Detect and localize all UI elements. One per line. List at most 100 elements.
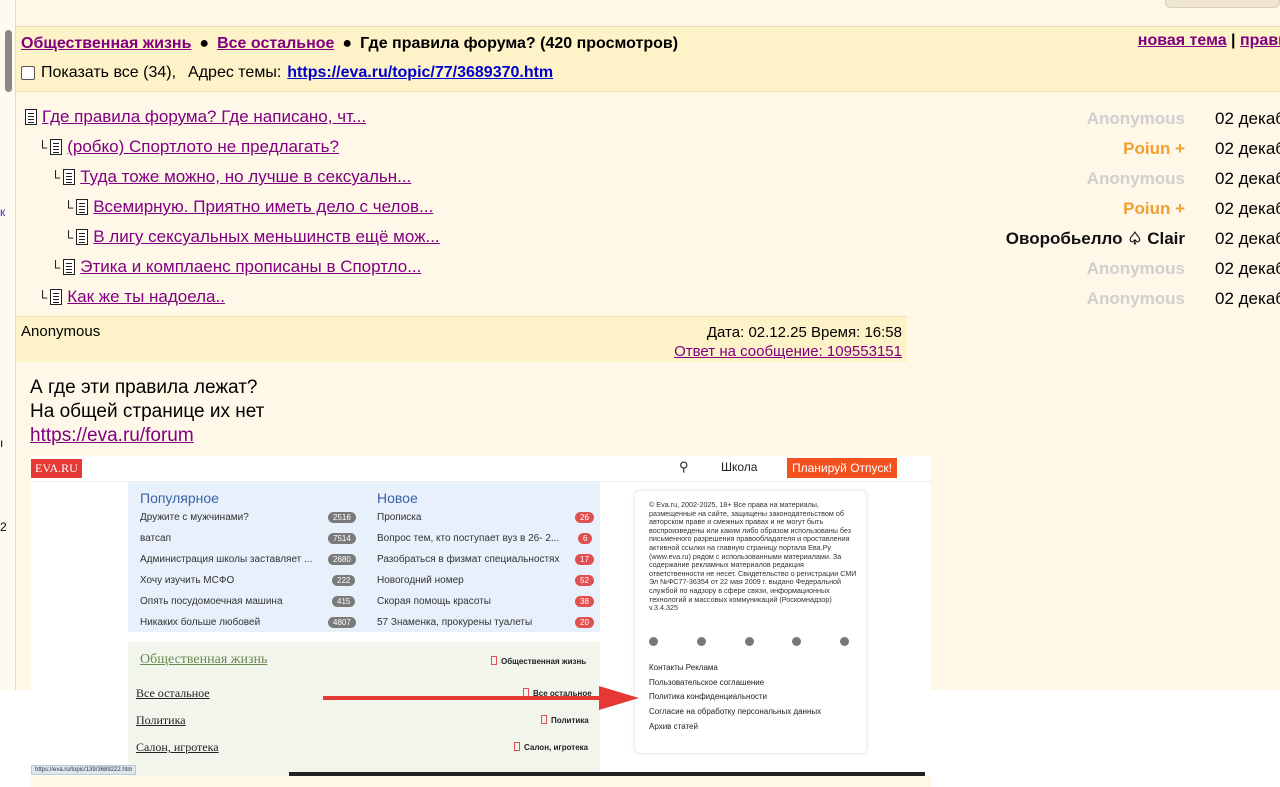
tree-author[interactable]: Anonymous [1087, 169, 1185, 189]
edge-fragment: 2 [0, 520, 7, 534]
shot-count-badge: 222 [332, 575, 356, 586]
tree-message-link[interactable]: В лигу сексуальных меньшинств ещё мож... [93, 227, 439, 247]
scrollbar-thumb[interactable] [5, 30, 12, 92]
shot-category-item: Политика [136, 713, 186, 727]
vk-icon [744, 637, 754, 646]
shot-category-tag: Общественная жизнь [491, 656, 586, 666]
shot-categories-panel: Общественная жизнь Общественная жизнь Вс… [128, 642, 600, 776]
shot-social-icons [649, 637, 849, 646]
ok-icon [792, 637, 802, 646]
tree-author[interactable]: Anonymous [1087, 109, 1185, 129]
shot-popular-heading: Популярное [140, 490, 219, 506]
document-icon [76, 199, 89, 215]
shot-new-item: Новогодний номер [377, 575, 464, 586]
topic-title: Где правила форума? (420 просмотров) [360, 35, 679, 52]
search-icon: ⚲ [679, 459, 689, 474]
tree-author[interactable]: Anonymous [1087, 289, 1185, 309]
breadcrumb-social-life[interactable]: Общественная жизнь [21, 35, 191, 52]
shot-new-item: Скорая помощь красоты [377, 596, 491, 607]
left-sidebar-strip: к ı 2 [0, 0, 16, 787]
tree-elbow-icon: └ [38, 139, 48, 155]
shot-new-item: Разобраться в физмат специальностях [377, 554, 560, 565]
shot-legal-text: © Eva.ru, 2002-2025, 18+ Все права на ма… [649, 500, 857, 613]
top-links: новая тема | прави [1138, 32, 1280, 50]
shot-popular-item: ватсап [140, 533, 171, 544]
show-all-checkbox[interactable] [21, 66, 35, 80]
message-line: На общей странице их нет [30, 401, 265, 422]
show-all-label: Показать все (34), [41, 64, 177, 81]
tree-elbow-icon: └ [51, 259, 61, 275]
shot-count-badge: 2516 [328, 512, 356, 523]
new-topic-link[interactable]: новая тема [1138, 32, 1227, 49]
shot-footer-link: Архив статей [649, 721, 698, 731]
shot-new-item: 57 Знаменка, прокурены туалеты [377, 617, 533, 628]
document-icon [25, 109, 37, 125]
shot-popular-item: Хочу изучить МСФО [140, 575, 235, 586]
topic-address-label: Адрес темы: [188, 64, 282, 81]
shot-popular-panel: Популярное Новое Дружите с мужчинами? 25… [128, 482, 600, 632]
tree-row: Где правила форума? Где написано, чт... … [16, 104, 1280, 134]
shot-footer-link: Контакты Реклама [649, 663, 718, 672]
shot-popular-item: Администрация школы заставляет ... [140, 554, 313, 565]
tree-row: └ В лигу сексуальных меньшинств ещё мож..… [16, 224, 1280, 254]
shot-category-tag: Политика [541, 715, 589, 725]
shot-count-badge: 7514 [328, 533, 356, 544]
document-icon [50, 139, 63, 155]
shot-plan-button: Планируй Отпуск! [787, 458, 897, 478]
forum-link[interactable]: https://eva.ru/forum [30, 425, 194, 446]
link-separator: | [1231, 32, 1236, 49]
shot-footer-link: Согласие на обработку персональных данны… [649, 706, 822, 716]
tree-message-link[interactable]: Где правила форума? Где написано, чт... [42, 107, 366, 127]
viber-icon [696, 637, 706, 646]
tree-message-link[interactable]: (робко) Спортлото не предлагать? [67, 137, 339, 157]
shot-footer-links: Контакты Реклама Пользовательское соглаш… [649, 661, 859, 734]
breadcrumb: Общественная жизнь ● Все остальное ● Где пра… [21, 35, 679, 52]
show-all-row: Показать все (34), Адрес темы: https://e… [21, 64, 553, 82]
message-datetime: Дата: 02.12.25 Время: 16:58 [706, 324, 902, 341]
shot-legal-box: © Eva.ru, 2002-2025, 18+ Все права на ма… [634, 490, 867, 754]
message-header: Anonymous Дата: 02.12.25 Время: 16:58 От… [16, 316, 907, 362]
red-arrow-icon [323, 696, 613, 700]
message-body: А где эти правила лежат? На общей страни… [30, 376, 264, 448]
shot-count-badge: 4807 [328, 617, 356, 628]
topic-address-link[interactable]: https://eva.ru/topic/77/3689370.htm [287, 64, 553, 82]
reply-to-link[interactable]: Ответ на сообщение: 109553151 [674, 343, 902, 360]
tree-message-link[interactable]: Всемирную. Приятно иметь дело с челов... [93, 197, 433, 217]
document-icon [50, 289, 63, 305]
shot-count-badge: 38 [575, 596, 594, 607]
embedded-screenshot[interactable]: EVA.RU ⚲ Школа Планируй Отпуск! Популярн… [31, 456, 931, 776]
tree-row: └ Всемирную. Приятно иметь дело с челов..… [16, 194, 1280, 224]
rules-link[interactable]: прави [1240, 32, 1280, 49]
tree-date: 02 декаб [1215, 259, 1280, 278]
shot-category-item: Салон, игротека [136, 740, 219, 754]
tree-message-link[interactable]: Как же ты надоела.. [67, 287, 225, 307]
document-icon [63, 259, 76, 275]
tree-message-link[interactable]: Этика и комплаенс прописаны в Спортло... [80, 257, 421, 277]
breadcrumb-everything-else[interactable]: Все остальное [217, 35, 334, 52]
shot-navbar: EVA.RU ⚲ Школа Планируй Отпуск! [31, 456, 931, 482]
topic-header: Общественная жизнь ● Все остальное ● Где пра… [16, 26, 1280, 92]
tree-message-link[interactable]: Туда тоже можно, но лучше в сексуальн... [80, 167, 411, 187]
tree-elbow-icon: └ [38, 289, 48, 305]
shot-count-badge: 415 [332, 596, 356, 607]
edge-fragment: ı [0, 436, 4, 450]
shot-footer-link: Пользовательское соглашение [649, 677, 765, 687]
tree-date: 02 декаб [1215, 199, 1280, 218]
red-arrowhead-icon [599, 686, 639, 710]
tree-author[interactable]: Anonymous [1087, 259, 1185, 279]
tree-author[interactable]: Poiun + [1123, 139, 1185, 159]
shot-count-badge: 26 [575, 512, 594, 523]
telegram-icon [649, 637, 658, 646]
shot-category-heading: Общественная жизнь [140, 652, 268, 667]
tree-row: └ Этика и комплаенс прописаны в Спортло..… [16, 254, 1280, 284]
tree-date: 02 декаб [1215, 139, 1280, 158]
user-avatar-partial[interactable] [1165, 0, 1280, 8]
tree-author[interactable]: Оворобьелло ♤ Clair [1006, 229, 1185, 249]
shot-category-tag: Салон, игротека [514, 742, 588, 752]
shot-new-item: Прописка [377, 512, 422, 523]
tree-row: └ (робко) Спортлото не предлагать? Poiun … [16, 134, 1280, 164]
document-icon [76, 229, 89, 245]
shot-count-badge: 52 [575, 575, 594, 586]
tree-author[interactable]: Poiun + [1123, 199, 1185, 219]
pinterest-icon [840, 637, 849, 646]
